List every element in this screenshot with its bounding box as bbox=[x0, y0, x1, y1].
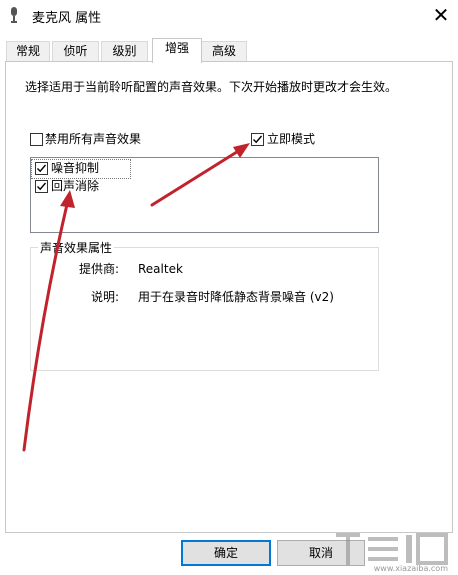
tab-enhancements[interactable]: 增强 bbox=[152, 38, 202, 63]
description-value: 用于在录音时降低静态背景噪音 (v2) bbox=[138, 290, 334, 304]
provider-value: Realtek bbox=[138, 262, 183, 276]
group-title: 声音效果属性 bbox=[38, 239, 115, 256]
watermark-logo bbox=[336, 533, 448, 565]
checkmark-icon bbox=[37, 164, 47, 173]
echo-cancellation-checkbox[interactable] bbox=[35, 180, 48, 193]
title-bar: 麦克风 属性 ✕ bbox=[0, 0, 458, 30]
microphone-icon bbox=[11, 7, 17, 23]
disable-all-checkbox[interactable] bbox=[30, 133, 43, 146]
tab-general[interactable]: 常规 bbox=[6, 41, 50, 61]
noise-suppression-label[interactable]: 噪音抑制 bbox=[51, 160, 99, 176]
description-text: 选择适用于当前聆听配置的声音效果。下次开始播放时更改才会生效。 bbox=[25, 80, 398, 94]
noise-suppression-checkbox[interactable] bbox=[35, 162, 48, 175]
watermark-site: www.xiazaiba.com bbox=[373, 564, 448, 573]
close-button[interactable]: ✕ bbox=[424, 0, 458, 30]
provider-label: 提供商: bbox=[79, 262, 120, 276]
disable-all-label[interactable]: 禁用所有声音效果 bbox=[45, 131, 141, 147]
ok-button[interactable]: 确定 bbox=[181, 540, 271, 566]
tab-listen[interactable]: 侦听 bbox=[52, 41, 99, 61]
checkmark-icon bbox=[253, 135, 263, 144]
immediate-mode-checkbox[interactable] bbox=[251, 133, 264, 146]
tab-levels[interactable]: 级别 bbox=[101, 41, 148, 61]
checkmark-icon bbox=[37, 182, 47, 191]
tab-advanced[interactable]: 高级 bbox=[201, 41, 247, 61]
window-title: 麦克风 属性 bbox=[32, 11, 102, 26]
close-icon: ✕ bbox=[432, 3, 450, 27]
tab-bar: 常规 侦听 级别 增强 高级 bbox=[0, 38, 458, 63]
echo-cancellation-label[interactable]: 回声消除 bbox=[51, 178, 99, 194]
description-label: 说明: bbox=[91, 290, 120, 304]
immediate-mode-label[interactable]: 立即模式 bbox=[267, 131, 315, 147]
